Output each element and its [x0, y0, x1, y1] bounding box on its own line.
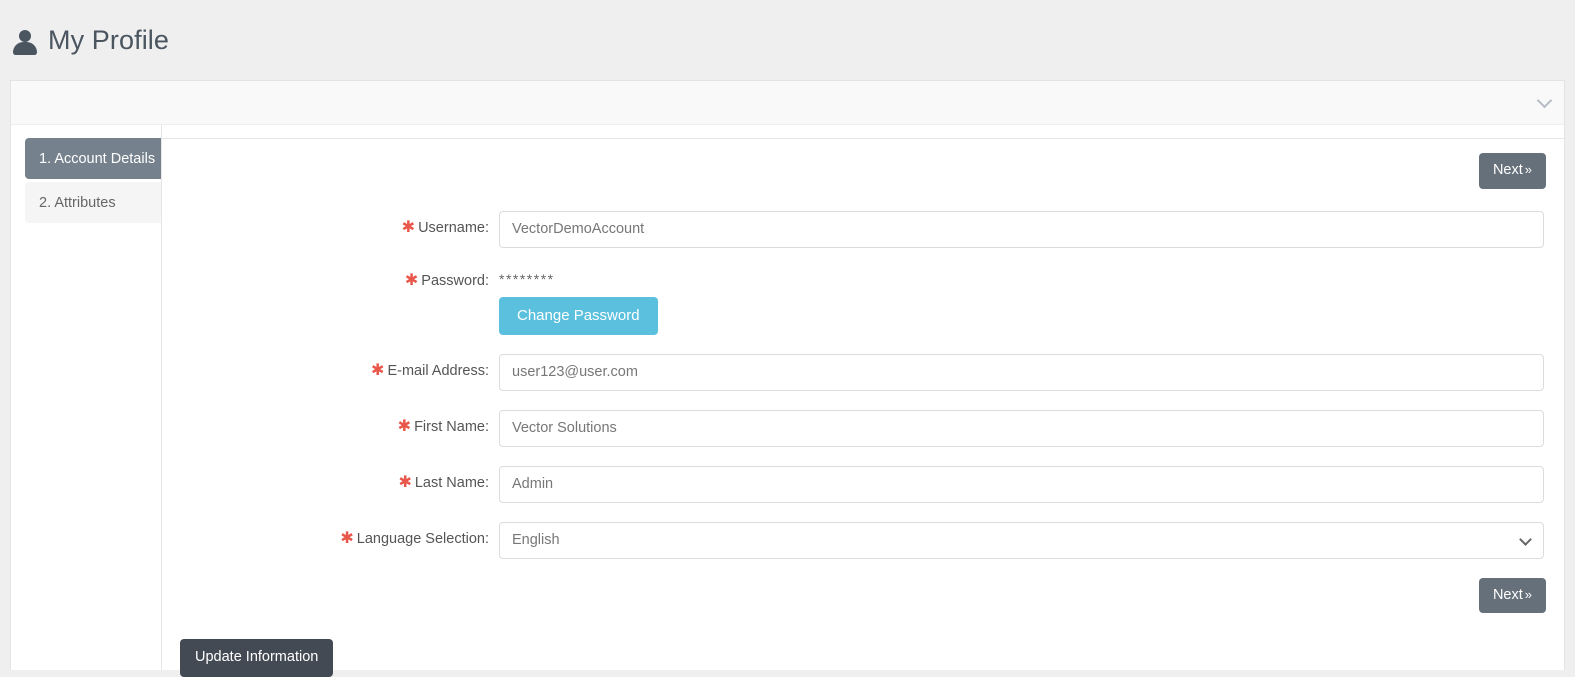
wizard-tab-list: 1. Account Details 2. Attributes: [11, 125, 162, 670]
field-row-username: ✱ Username:: [162, 210, 1564, 248]
first-name-label-text: First Name:: [414, 418, 489, 435]
first-name-input[interactable]: [499, 409, 1544, 447]
first-name-field-wrap: [499, 409, 1564, 447]
change-password-button[interactable]: Change Password: [499, 296, 658, 335]
update-information-button[interactable]: Update Information: [180, 639, 334, 677]
next-chevron-icon: »: [1524, 586, 1532, 602]
account-details-form: ✱Username: ✱Password: ******** Change Pa…: [162, 210, 1564, 559]
next-button-top-label: Next: [1492, 162, 1523, 178]
last-name-input[interactable]: [499, 465, 1544, 503]
required-asterisk-icon: ✱: [404, 271, 419, 289]
panel-collapse-header[interactable]: [11, 81, 1564, 125]
language-select[interactable]: [499, 521, 1544, 559]
password-masked-value: ********: [499, 270, 555, 287]
field-row-last-name: ✱ Last Name:: [162, 465, 1564, 503]
next-button-top-row: Next»: [162, 153, 1564, 189]
required-asterisk-icon: ✱: [340, 529, 354, 547]
last-name-label-text: Last Name:: [414, 474, 489, 491]
page-title: My Profile: [48, 24, 170, 55]
email-label: ✱ E-mail Address:: [162, 354, 499, 379]
required-asterisk-icon: ✱: [398, 473, 412, 491]
account-details-content: Next» ✱Username: ✱Password:: [162, 138, 1564, 677]
next-chevron-icon: »: [1524, 162, 1532, 177]
username-label: ✱ Username:: [162, 211, 499, 236]
username-label-text: Username:: [418, 219, 489, 236]
required-asterisk-icon: ✱: [401, 218, 416, 236]
username-field-wrap: [499, 210, 1564, 248]
password-label-text: Password:: [421, 272, 489, 289]
username-input[interactable]: [499, 210, 1544, 248]
field-row-language: ✱ Language Selection:: [162, 521, 1564, 559]
email-label-text: E-mail Address:: [387, 362, 489, 379]
field-row-password: ✱ Password: ******** Change Password: [162, 267, 1564, 335]
profile-panel: 1. Account Details 2. Attributes Next» ✱…: [10, 80, 1565, 677]
email-field-wrap: [499, 353, 1564, 391]
person-icon: [12, 25, 38, 55]
password-label: ✱ Password:: [162, 267, 499, 289]
email-input[interactable]: [499, 353, 1544, 391]
field-row-first-name: ✱ First Name:: [162, 409, 1564, 447]
next-button-bottom-label: Next: [1492, 586, 1523, 603]
last-name-field-wrap: [499, 465, 1564, 503]
language-label-text: Language Selection:: [356, 530, 489, 547]
chevron-down-icon[interactable]: [1536, 92, 1553, 109]
tab-account-details-label: 1. Account Details: [39, 150, 156, 167]
field-row-email: ✱ E-mail Address:: [162, 353, 1564, 391]
required-asterisk-icon: ✱: [397, 417, 412, 435]
tab-account-details[interactable]: 1. Account Details: [25, 138, 161, 179]
password-field-wrap: ******** Change Password: [499, 267, 1564, 335]
tab-attributes[interactable]: 2. Attributes: [25, 182, 161, 223]
language-field-wrap: [499, 521, 1564, 559]
panel-body: 1. Account Details 2. Attributes Next» ✱…: [11, 125, 1564, 677]
required-asterisk-icon: ✱: [371, 361, 385, 379]
language-label: ✱ Language Selection:: [162, 522, 499, 547]
first-name-label: ✱ First Name:: [162, 410, 499, 435]
next-button-bottom-row: Next»: [162, 577, 1564, 613]
next-button-top[interactable]: Next»: [1478, 153, 1546, 189]
page-header: My Profile: [0, 0, 1575, 80]
update-button-row: Update Information: [162, 639, 1564, 677]
tab-attributes-label: 2. Attributes: [39, 194, 116, 211]
last-name-label: ✱ Last Name:: [162, 466, 499, 491]
next-button-bottom[interactable]: Next»: [1478, 577, 1546, 613]
